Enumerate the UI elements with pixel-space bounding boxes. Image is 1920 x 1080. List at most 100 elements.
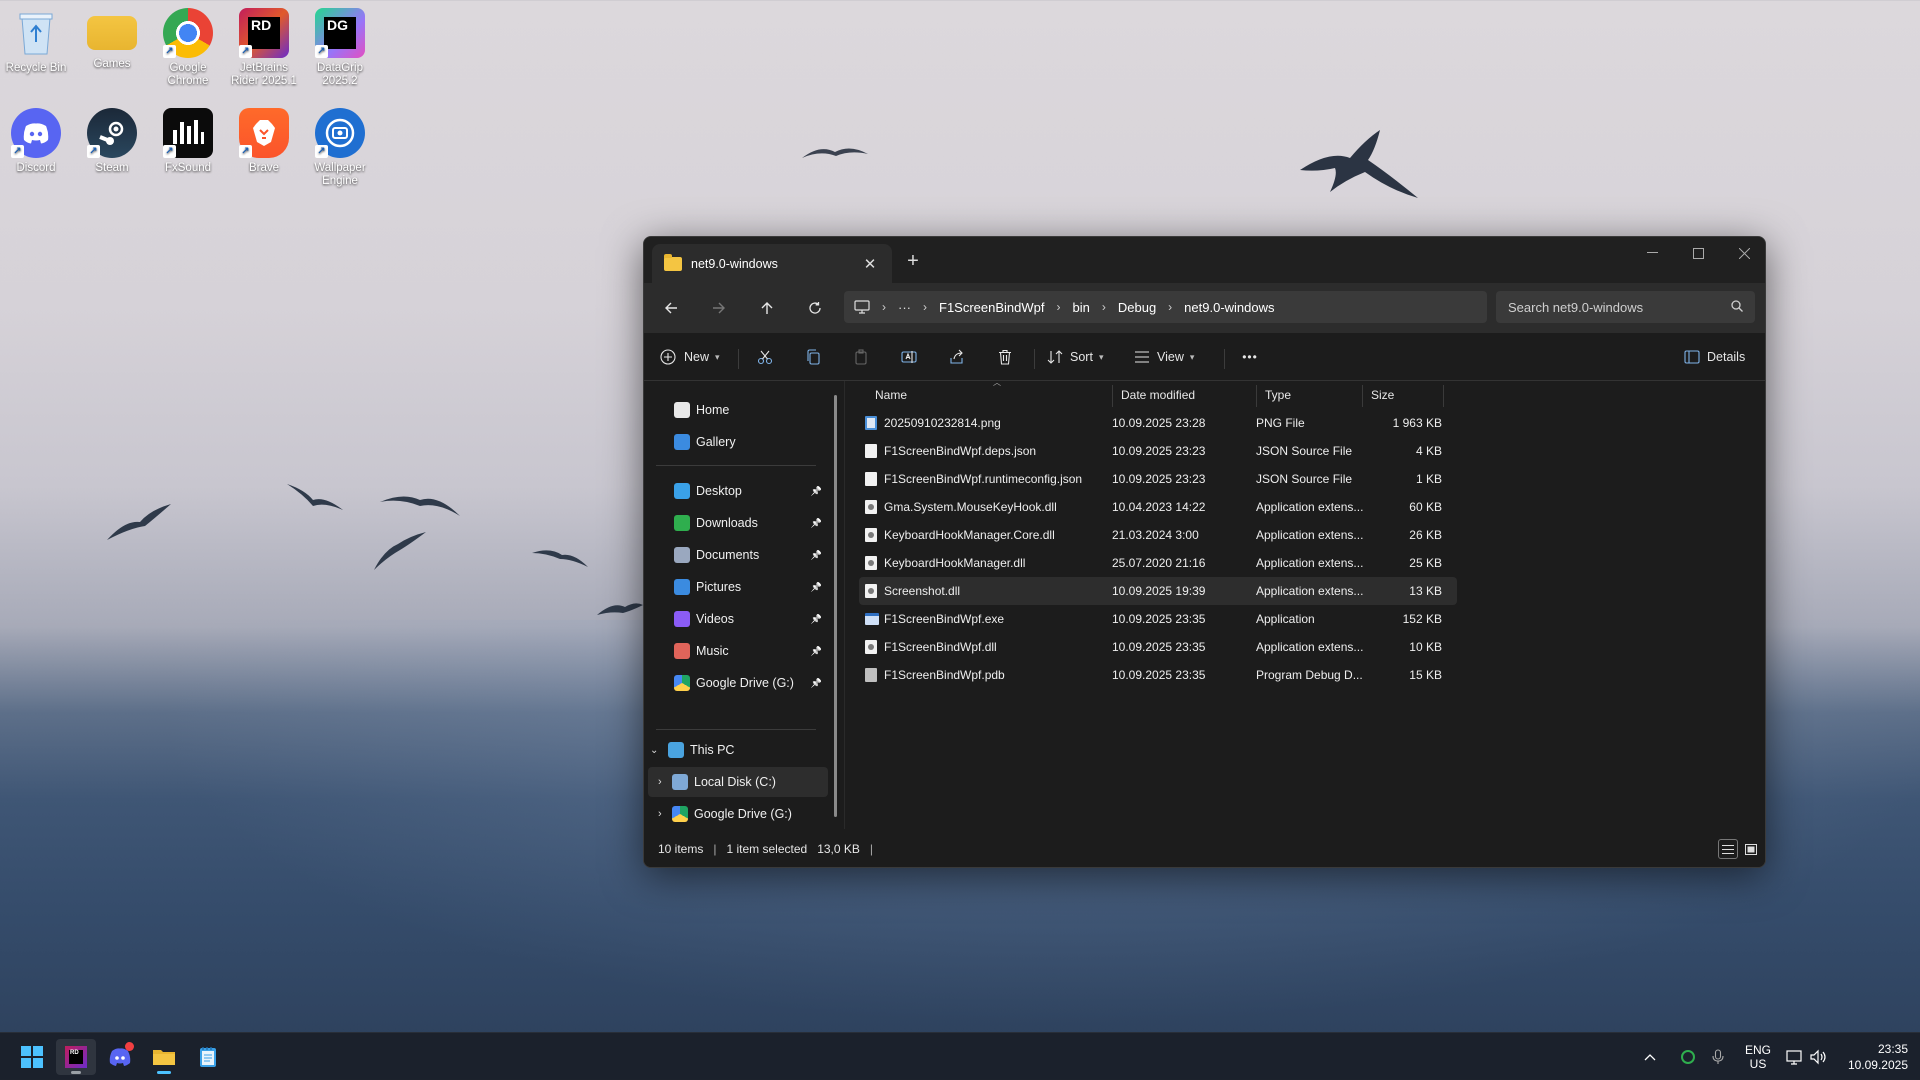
- breadcrumb-item[interactable]: bin: [1073, 300, 1090, 315]
- details-view-icon: [1722, 844, 1734, 854]
- desktop-icon-recycle-bin[interactable]: Recycle Bin: [0, 6, 72, 75]
- view-icon: [1135, 351, 1149, 363]
- input-language-button[interactable]: ENG US: [1744, 1033, 1772, 1080]
- sidebar-item-downloads[interactable]: Downloads 📌: [674, 508, 830, 538]
- network-button[interactable]: [1786, 1033, 1804, 1080]
- sidebar-item-pictures[interactable]: Pictures 📌: [674, 572, 830, 602]
- taskbar-notepad[interactable]: [188, 1039, 228, 1075]
- sidebar-item-label: Documents: [696, 548, 760, 562]
- desktop-icon-datagrip[interactable]: DG ↗ DataGrip 2025.2: [304, 6, 376, 88]
- desktop-icon-rider[interactable]: RD ↗ JetBrains Rider 2025.1: [228, 6, 300, 88]
- file-name: F1ScreenBindWpf.runtimeconfig.json: [884, 472, 1083, 486]
- file-row[interactable]: F1ScreenBindWpf.exe 10.09.2025 23:35 Appli…: [859, 605, 1457, 633]
- chevron-right-icon[interactable]: ›: [658, 808, 672, 820]
- taskbar-discord[interactable]: [100, 1039, 140, 1075]
- delete-button[interactable]: [989, 343, 1021, 371]
- copy-button[interactable]: [797, 343, 829, 371]
- microphone-button[interactable]: [1712, 1033, 1724, 1080]
- taskbar-file-explorer[interactable]: [144, 1039, 184, 1075]
- sort-button[interactable]: Sort ▾: [1047, 343, 1103, 371]
- view-button[interactable]: View ▾: [1134, 343, 1194, 371]
- column-header-type[interactable]: Type: [1259, 381, 1291, 409]
- column-header-date[interactable]: Date modified: [1115, 381, 1195, 409]
- sidebar-item-documents[interactable]: Documents 📌: [674, 540, 830, 570]
- volume-button[interactable]: [1810, 1033, 1828, 1080]
- sidebar-item-music[interactable]: Music 📌: [674, 636, 830, 666]
- see-more-button[interactable]: •••: [1232, 343, 1268, 371]
- address-bar[interactable]: › ··· › F1ScreenBindWpf › bin › Debug › net9.0-…: [844, 291, 1487, 323]
- clock-button[interactable]: 23:35 10.09.2025: [1836, 1033, 1908, 1080]
- sidebar-item-google-drive-g[interactable]: Google Drive (G:) 📌: [674, 668, 830, 698]
- chevron-down-icon: ⌄: [650, 744, 659, 756]
- chevron-right-icon[interactable]: ›: [923, 300, 927, 314]
- file-row[interactable]: F1ScreenBindWpf.runtimeconfig.json 10.09.…: [859, 465, 1457, 493]
- tab-net9-windows[interactable]: net9.0-windows ✕: [652, 244, 892, 283]
- datagrip-icon: DG ↗: [315, 8, 365, 58]
- file-row[interactable]: KeyboardHookManager.dll 25.07.2020 21:16 A…: [859, 549, 1457, 577]
- close-icon: [1738, 247, 1750, 259]
- rename-button[interactable]: [893, 343, 925, 371]
- desktop-icon-chrome[interactable]: ↗ Google Chrome: [152, 6, 224, 88]
- large-icons-view-button[interactable]: [1741, 839, 1761, 859]
- sidebar-scrollbar[interactable]: [834, 395, 837, 817]
- new-tab-button[interactable]: +: [901, 250, 925, 273]
- paste-button[interactable]: [845, 343, 877, 371]
- sidebar-item-google-drive-g[interactable]: › Google Drive (G:): [658, 799, 830, 829]
- details-pane-button[interactable]: Details: [1684, 343, 1745, 371]
- file-row[interactable]: Screenshot.dll 10.09.2025 19:39 Applicatio…: [859, 577, 1457, 605]
- sidebar-item-gallery[interactable]: Gallery: [674, 427, 830, 457]
- details-view-button[interactable]: [1718, 839, 1738, 859]
- desktop-icon-fxsound[interactable]: ↗ FxSound: [152, 106, 224, 175]
- close-window-button[interactable]: [1721, 237, 1765, 269]
- start-button[interactable]: [12, 1039, 52, 1075]
- chevron-right-icon[interactable]: ›: [1057, 300, 1061, 314]
- breadcrumb-item[interactable]: net9.0-windows: [1184, 300, 1274, 315]
- minimize-button[interactable]: [1629, 237, 1675, 269]
- desktop-icon-discord[interactable]: ↗ Discord: [0, 106, 72, 175]
- sidebar-item-local-disk-c[interactable]: › Local Disk (C:): [648, 767, 828, 797]
- tray-app-icon[interactable]: [1680, 1033, 1696, 1080]
- sidebar-item-label: Google Drive (G:): [694, 807, 792, 821]
- sidebar-item-this-pc[interactable]: ⌄ This PC: [650, 735, 830, 765]
- forward-button[interactable]: [703, 292, 735, 324]
- sidebar-item-home[interactable]: Home: [674, 395, 830, 425]
- close-tab-icon[interactable]: ✕: [860, 255, 880, 273]
- breadcrumb-item[interactable]: F1ScreenBindWpf: [939, 300, 1045, 315]
- maximize-button[interactable]: [1675, 237, 1721, 269]
- navigation-bar: › ··· › F1ScreenBindWpf › bin › Debug › net9.0-…: [644, 283, 1765, 333]
- search-input[interactable]: Search net9.0-windows: [1496, 291, 1755, 323]
- file-row[interactable]: KeyboardHookManager.Core.dll 21.03.2024 3…: [859, 521, 1457, 549]
- desktop-icon-wallpaper-engine[interactable]: ↗ Wallpaper Engine: [304, 106, 376, 188]
- cut-button[interactable]: [749, 343, 781, 371]
- file-row[interactable]: 20250910232814.png 10.09.2025 23:28 PNG Fi…: [859, 409, 1457, 437]
- up-button[interactable]: [751, 292, 783, 324]
- show-hidden-icons-button[interactable]: [1644, 1033, 1656, 1080]
- chevron-right-icon[interactable]: ›: [1168, 300, 1172, 314]
- file-row[interactable]: F1ScreenBindWpf.dll 10.09.2025 23:35 Appli…: [859, 633, 1457, 661]
- chevron-right-icon[interactable]: ›: [658, 776, 672, 788]
- file-row[interactable]: F1ScreenBindWpf.deps.json 10.09.2025 23:2…: [859, 437, 1457, 465]
- column-header-name[interactable]: Name: [869, 381, 907, 409]
- column-header-size[interactable]: Size: [1365, 381, 1394, 409]
- file-row[interactable]: F1ScreenBindWpf.pdb 10.09.2025 23:35 Progr…: [859, 661, 1457, 689]
- tab-title: net9.0-windows: [691, 256, 778, 271]
- taskbar-rider[interactable]: RD: [56, 1039, 96, 1075]
- chevron-up-icon: [1644, 1054, 1656, 1061]
- file-row[interactable]: Gma.System.MouseKeyHook.dll 10.04.2023 14…: [859, 493, 1457, 521]
- windows-logo-icon: [21, 1046, 43, 1068]
- sidebar-item-desktop[interactable]: Desktop 📌: [674, 476, 830, 506]
- chevron-right-icon[interactable]: ›: [1102, 300, 1106, 314]
- share-button[interactable]: [941, 343, 973, 371]
- new-button[interactable]: New ▾: [660, 343, 720, 371]
- desktop-icon-folder[interactable]: Games: [76, 6, 148, 71]
- back-button[interactable]: [655, 292, 687, 324]
- more-locations-icon[interactable]: ···: [898, 300, 911, 315]
- sidebar-item-label: Local Disk (C:): [694, 775, 776, 789]
- videos-icon: [674, 611, 690, 627]
- refresh-button[interactable]: [799, 292, 831, 324]
- breadcrumb-item[interactable]: Debug: [1118, 300, 1156, 315]
- sidebar-item-videos[interactable]: Videos 📌: [674, 604, 830, 634]
- desktop-icon-steam[interactable]: ↗ Steam: [76, 106, 148, 175]
- up-arrow-icon: [761, 302, 773, 314]
- desktop-icon-brave[interactable]: ↗ Brave: [228, 106, 300, 175]
